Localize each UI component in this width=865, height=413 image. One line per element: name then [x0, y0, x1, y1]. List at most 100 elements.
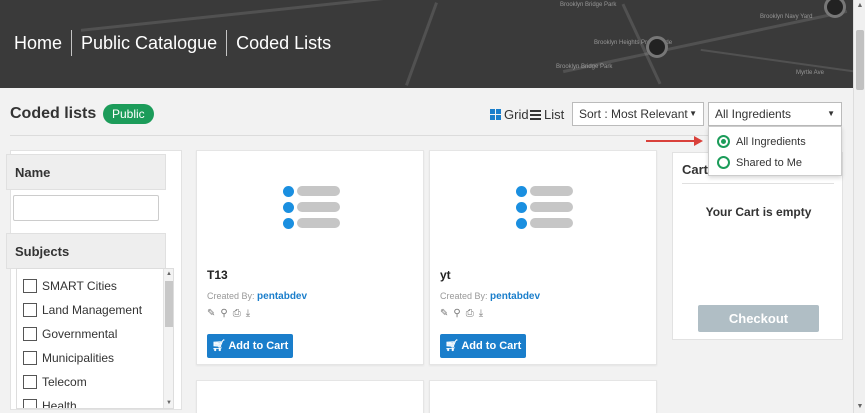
add-to-cart-button[interactable]: 🛒︎ Add to Cart: [440, 334, 526, 358]
subject-checkbox-item[interactable]: Municipalities: [23, 351, 114, 365]
card-author-link[interactable]: pentabdev: [257, 291, 307, 302]
map-road: [405, 2, 438, 86]
checkbox[interactable]: [23, 303, 37, 317]
card-actions: ✎ ⚲ ⎙ ⤓: [207, 308, 250, 319]
card-created-by: Created By: pentabdev: [207, 291, 307, 302]
page-title: Coded lists: [10, 105, 97, 122]
edit-icon[interactable]: ✎: [207, 308, 215, 319]
grid-view-button[interactable]: Grid: [490, 107, 529, 122]
annotation-arrowhead-icon: [694, 136, 703, 146]
cart-divider: [682, 183, 834, 184]
subject-checkbox-item[interactable]: Telecom: [23, 375, 87, 389]
coded-list-thumbnail-icon: [478, 181, 608, 241]
scroll-down-arrow-icon[interactable]: ▼: [164, 400, 173, 406]
add-to-cart-button[interactable]: 🛒︎ Add to Cart: [207, 334, 293, 358]
subject-label: Municipalities: [42, 351, 115, 365]
dropdown-option-shared-to-me[interactable]: Shared to Me: [717, 156, 802, 169]
radio-unselected-icon[interactable]: [717, 156, 730, 169]
card-title[interactable]: yt: [440, 268, 451, 282]
subjects-list: SMART Cities Land Management Governmenta…: [16, 268, 174, 409]
coded-list-card[interactable]: [429, 380, 657, 413]
breadcrumb-divider: [71, 30, 73, 56]
subject-label: SMART Cities: [42, 279, 117, 293]
ingredients-filter-select[interactable]: All Ingredients ▼: [708, 102, 842, 126]
name-filter-input[interactable]: [13, 195, 159, 221]
grid-icon: [490, 109, 501, 120]
coded-list-card[interactable]: [196, 380, 424, 413]
map-marker-icon: [824, 0, 846, 18]
subject-label: Health: [42, 399, 77, 409]
ingredients-filter-value: All Ingredients: [715, 107, 792, 121]
card-title[interactable]: T13: [207, 268, 228, 282]
chevron-down-icon: ▼: [827, 109, 835, 118]
search-icon[interactable]: ⚲: [220, 308, 227, 319]
radio-selected-icon[interactable]: [717, 135, 730, 148]
name-filter-header: Name: [6, 154, 166, 190]
dropdown-option-all-ingredients[interactable]: All Ingredients: [717, 135, 806, 148]
scroll-up-arrow-icon[interactable]: ▲: [164, 271, 173, 277]
subjects-scrollbar[interactable]: ▲ ▼: [163, 269, 173, 408]
cart-title: Cart: [682, 162, 709, 177]
ingredients-filter-dropdown: All Ingredients Shared to Me: [708, 126, 842, 176]
subjects-filter-header: Subjects: [6, 233, 166, 269]
download-icon[interactable]: ⤓: [479, 308, 483, 319]
breadcrumb-divider: [226, 30, 228, 56]
breadcrumb-coded-lists: Coded Lists: [236, 32, 332, 53]
subject-label: Governmental: [42, 327, 118, 341]
subject-checkbox-item[interactable]: SMART Cities: [23, 279, 117, 293]
list-icon: [530, 109, 541, 120]
cart-icon: 🛒︎: [444, 340, 459, 352]
subject-label: Land Management: [42, 303, 143, 317]
annotation-arrow: [646, 140, 696, 142]
print-icon[interactable]: ⎙: [466, 308, 474, 319]
subject-checkbox-item[interactable]: Land Management: [23, 303, 142, 317]
option-label: Shared to Me: [736, 156, 803, 169]
page-scrollbar[interactable]: ▲ ▼: [853, 0, 865, 413]
checkbox[interactable]: [23, 279, 37, 293]
search-icon[interactable]: ⚲: [453, 308, 460, 319]
checkbox[interactable]: [23, 375, 37, 389]
edit-icon[interactable]: ✎: [440, 308, 448, 319]
map-marker-icon: [646, 36, 668, 58]
map-road: [80, 0, 440, 32]
subject-checkbox-item[interactable]: Governmental: [23, 327, 117, 341]
sort-select-value: Sort : Most Relevant: [579, 107, 688, 121]
card-author-link[interactable]: pentabdev: [490, 291, 540, 302]
checkout-button[interactable]: Checkout: [698, 305, 819, 332]
scroll-up-arrow-icon[interactable]: ▲: [854, 0, 865, 12]
breadcrumb: Home Public Catalogue Coded Lists: [14, 30, 331, 56]
subject-label: Telecom: [42, 375, 87, 389]
coded-list-card[interactable]: yt Created By: pentabdev ✎ ⚲ ⎙ ⤓ 🛒︎ Add …: [429, 150, 657, 365]
card-actions: ✎ ⚲ ⎙ ⤓: [440, 308, 483, 319]
breadcrumb-public-catalogue[interactable]: Public Catalogue: [81, 33, 217, 54]
add-to-cart-label: Add to Cart: [228, 340, 289, 352]
map-label: Brooklyn Bridge Park: [556, 64, 613, 70]
map-label: Myrtle Ave: [796, 70, 824, 76]
subject-checkbox-item[interactable]: Health: [23, 399, 77, 409]
scrollbar-thumb[interactable]: [856, 30, 864, 90]
header-banner: Brooklyn Bridge Park Brooklyn Navy Yard …: [0, 0, 853, 88]
card-created-by: Created By: pentabdev: [440, 291, 540, 302]
option-label: All Ingredients: [736, 135, 806, 148]
print-icon[interactable]: ⎙: [233, 308, 241, 319]
cart-empty-message: Your Cart is empty: [705, 205, 812, 219]
list-view-button[interactable]: List: [530, 107, 564, 122]
map-label: Brooklyn Navy Yard: [760, 14, 813, 20]
add-to-cart-label: Add to Cart: [461, 340, 522, 352]
grid-view-label: Grid: [504, 107, 529, 122]
map-road: [700, 48, 853, 74]
list-view-label: List: [544, 107, 565, 122]
coded-list-thumbnail-icon: [245, 181, 375, 241]
scroll-down-arrow-icon[interactable]: ▼: [854, 401, 865, 413]
breadcrumb-home[interactable]: Home: [14, 33, 62, 54]
coded-list-card[interactable]: T13 Created By: pentabdev ✎ ⚲ ⎙ ⤓ 🛒︎ Add…: [196, 150, 424, 365]
sort-select[interactable]: Sort : Most Relevant ▼: [572, 102, 704, 126]
cart-icon: 🛒︎: [211, 340, 226, 352]
checkbox[interactable]: [23, 399, 37, 408]
scrollbar-thumb[interactable]: [165, 281, 173, 327]
download-icon[interactable]: ⤓: [246, 308, 250, 319]
map-label: Brooklyn Bridge Park: [560, 2, 617, 8]
checkbox[interactable]: [23, 351, 37, 365]
checkbox[interactable]: [23, 327, 37, 341]
created-by-label: Created By:: [440, 291, 488, 301]
